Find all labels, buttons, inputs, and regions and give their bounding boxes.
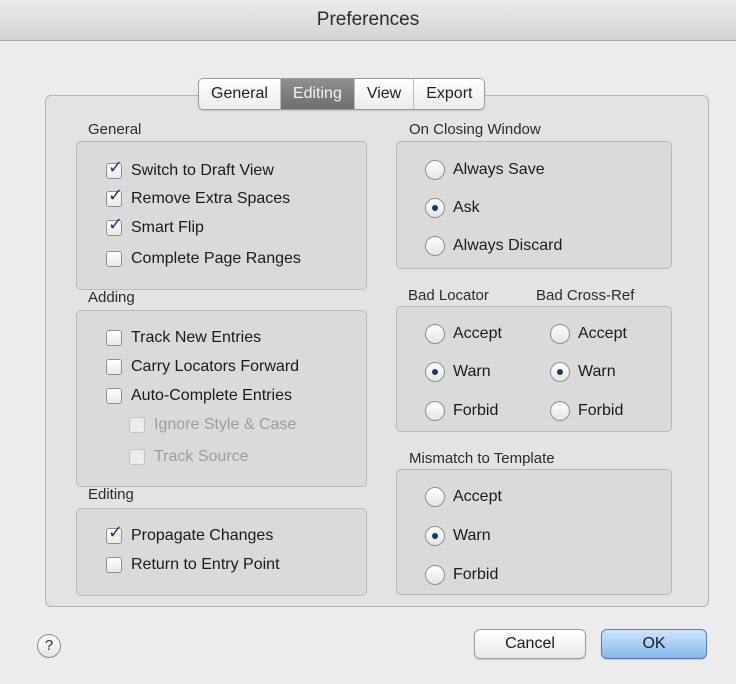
always-save-radio[interactable]: Always Save	[425, 160, 545, 180]
tab-export[interactable]: Export	[414, 79, 484, 109]
radio-label: Accept	[453, 325, 502, 342]
checkbox-icon	[106, 251, 122, 267]
checkbox-icon: ✓	[106, 214, 124, 236]
switch-to-draft-view-checkbox[interactable]: ✓ Switch to Draft View	[106, 157, 274, 180]
cancel-button[interactable]: Cancel	[474, 629, 586, 659]
radio-label: Warn	[453, 363, 491, 380]
checkbox-label: Track New Entries	[131, 329, 262, 346]
editing-section-label: Editing	[88, 486, 134, 503]
bad-crossref-accept-radio[interactable]: Accept	[550, 324, 627, 344]
radio-label: Accept	[578, 325, 627, 342]
radio-label: Warn	[453, 527, 491, 544]
ask-radio[interactable]: Ask	[425, 198, 480, 218]
mismatch-to-template-label: Mismatch to Template	[409, 450, 555, 467]
radio-label: Accept	[453, 488, 502, 505]
return-to-entry-point-checkbox[interactable]: Return to Entry Point	[106, 556, 280, 574]
checkbox-label: Complete Page Ranges	[131, 250, 301, 267]
track-source-checkbox[interactable]: Track Source	[129, 448, 249, 466]
smart-flip-checkbox[interactable]: ✓ Smart Flip	[106, 214, 204, 237]
complete-page-ranges-checkbox[interactable]: Complete Page Ranges	[106, 250, 301, 268]
always-discard-radio[interactable]: Always Discard	[425, 236, 562, 256]
radio-label: Forbid	[578, 402, 624, 419]
checkbox-icon	[129, 449, 145, 465]
radio-icon	[550, 324, 570, 344]
checkbox-label: Remove Extra Spaces	[131, 190, 291, 207]
radio-icon	[425, 160, 445, 180]
radio-label: Forbid	[453, 566, 499, 583]
bad-crossref-warn-radio[interactable]: Warn	[550, 362, 616, 382]
bad-locator-warn-radio[interactable]: Warn	[425, 362, 491, 382]
remove-extra-spaces-checkbox[interactable]: ✓ Remove Extra Spaces	[106, 185, 291, 208]
checkbox-label: Smart Flip	[131, 219, 204, 236]
tab-general[interactable]: General	[199, 79, 281, 109]
radio-icon	[425, 198, 445, 218]
bad-locator-label: Bad Locator	[408, 287, 489, 304]
radio-icon	[550, 362, 570, 382]
checkbox-icon	[106, 330, 122, 346]
window-title: Preferences	[0, 0, 736, 41]
propagate-changes-checkbox[interactable]: ✓ Propagate Changes	[106, 522, 274, 545]
radio-icon	[425, 324, 445, 344]
ignore-style-case-checkbox[interactable]: Ignore Style & Case	[129, 416, 296, 434]
radio-icon	[550, 401, 570, 421]
checkbox-icon: ✓	[106, 157, 124, 179]
checkbox-icon	[106, 388, 122, 404]
tab-bar: General Editing View Export	[198, 78, 486, 110]
ok-button[interactable]: OK	[601, 629, 707, 659]
checkbox-icon: ✓	[106, 185, 124, 207]
checkbox-label: Track Source	[154, 448, 249, 465]
radio-icon	[425, 401, 445, 421]
checkbox-label: Return to Entry Point	[131, 556, 280, 573]
auto-complete-entries-checkbox[interactable]: Auto-Complete Entries	[106, 387, 292, 405]
radio-label: Warn	[578, 363, 616, 380]
radio-label: Always Discard	[453, 237, 563, 254]
tab-view[interactable]: View	[355, 79, 415, 109]
mismatch-warn-radio[interactable]: Warn	[425, 526, 491, 546]
adding-section-label: Adding	[88, 289, 135, 306]
checkbox-icon	[129, 417, 145, 433]
radio-icon	[425, 565, 445, 585]
bad-locator-forbid-radio[interactable]: Forbid	[425, 401, 498, 421]
bad-crossref-forbid-radio[interactable]: Forbid	[550, 401, 623, 421]
radio-icon	[425, 526, 445, 546]
tab-editing[interactable]: Editing	[280, 79, 355, 109]
mismatch-forbid-radio[interactable]: Forbid	[425, 565, 498, 585]
checkbox-label: Switch to Draft View	[131, 162, 274, 179]
radio-icon	[425, 362, 445, 382]
carry-locators-forward-checkbox[interactable]: Carry Locators Forward	[106, 358, 299, 376]
radio-label: Forbid	[453, 402, 499, 419]
general-section-label: General	[88, 121, 142, 138]
bad-crossref-label: Bad Cross-Ref	[536, 287, 635, 304]
help-button[interactable]: ?	[37, 634, 61, 658]
bad-locator-accept-radio[interactable]: Accept	[425, 324, 502, 344]
track-new-entries-checkbox[interactable]: Track New Entries	[106, 329, 261, 347]
checkbox-icon	[106, 359, 122, 375]
radio-icon	[425, 487, 445, 507]
checkbox-label: Auto-Complete Entries	[131, 387, 292, 404]
checkbox-icon	[106, 557, 122, 573]
on-closing-window-label: On Closing Window	[409, 121, 541, 138]
checkbox-label: Carry Locators Forward	[131, 358, 300, 375]
radio-label: Always Save	[453, 161, 545, 178]
checkbox-icon: ✓	[106, 522, 124, 544]
radio-icon	[425, 236, 445, 256]
checkbox-label: Propagate Changes	[131, 527, 274, 544]
checkbox-label: Ignore Style & Case	[154, 416, 297, 433]
radio-label: Ask	[453, 199, 480, 216]
mismatch-accept-radio[interactable]: Accept	[425, 487, 502, 507]
